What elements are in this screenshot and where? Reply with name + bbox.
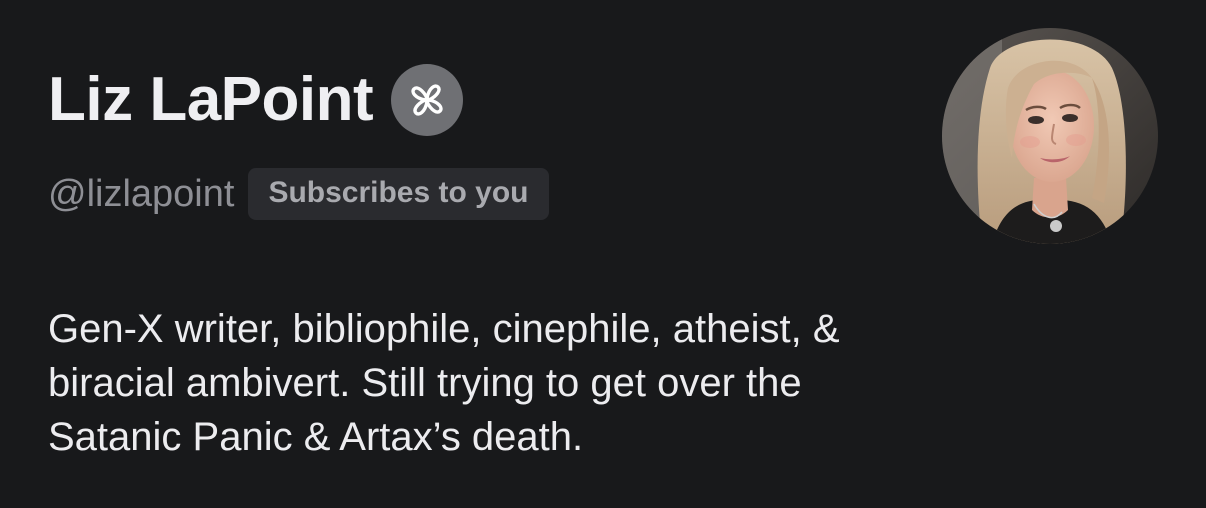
name-row: Liz LaPoint bbox=[48, 58, 464, 142]
flower-icon bbox=[411, 84, 443, 116]
handle-row: @lizlapoint Subscribes to you bbox=[48, 166, 549, 222]
subscribes-to-you-badge: Subscribes to you bbox=[248, 168, 549, 220]
display-name: Liz LaPoint bbox=[48, 65, 374, 134]
profile-photo bbox=[942, 28, 1158, 244]
founding-member-badge-icon[interactable] bbox=[391, 64, 464, 136]
avatar[interactable] bbox=[942, 28, 1158, 244]
profile-bio: Gen-X writer, bibliophile, cinephile, at… bbox=[48, 307, 840, 459]
profile-header: Liz LaPoint @lizlapoint Subscribes to yo… bbox=[0, 0, 1206, 508]
user-handle: @lizlapoint bbox=[48, 173, 235, 215]
